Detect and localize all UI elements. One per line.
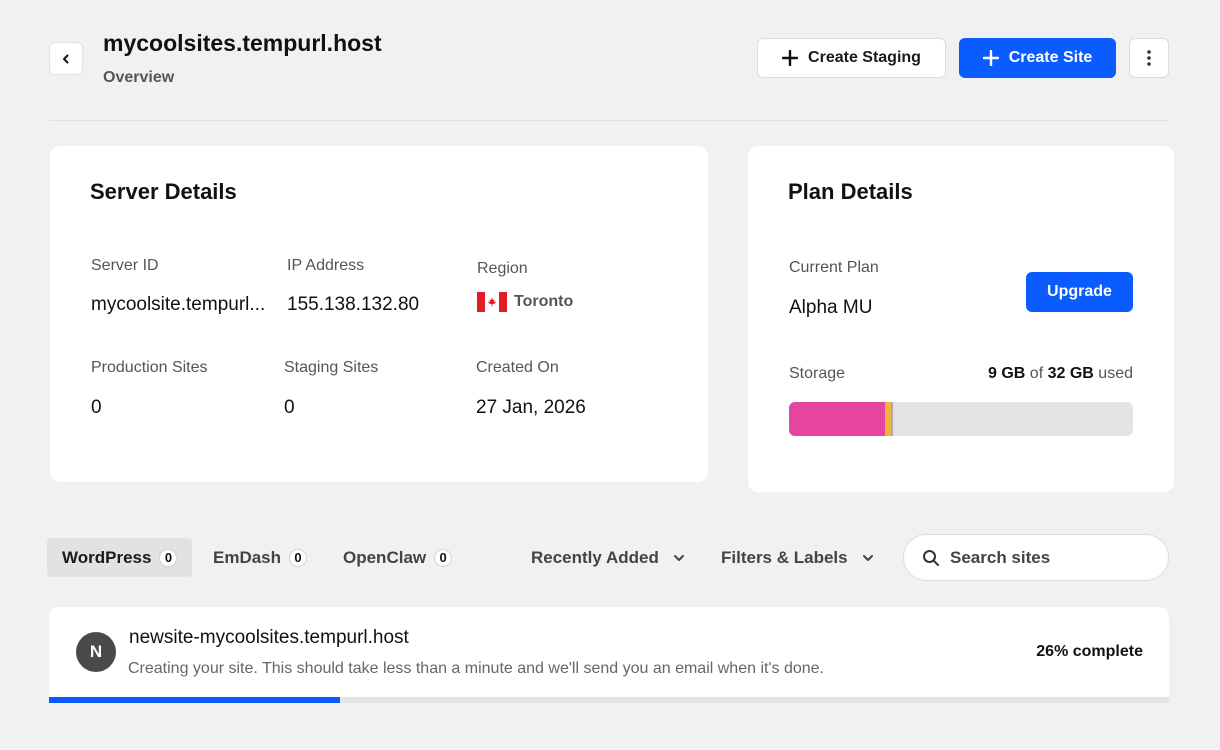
plan-details-title: Plan Details bbox=[788, 179, 913, 204]
storage-of: of bbox=[1029, 365, 1044, 382]
site-avatar: N bbox=[76, 632, 116, 672]
server-details-title: Server Details bbox=[90, 179, 237, 204]
chevron-down-icon bbox=[862, 554, 873, 561]
header-divider bbox=[49, 120, 1169, 121]
storage-usage: 9 GB of 32 GB used bbox=[988, 365, 1133, 383]
tab-label: OpenClaw bbox=[343, 547, 427, 567]
plan-details-card: Plan Details Current Plan Alpha MU Upgra… bbox=[748, 146, 1174, 492]
staging-sites-label: Staging Sites bbox=[284, 359, 379, 376]
tab-wordpress[interactable]: WordPress 0 bbox=[47, 538, 193, 577]
plus-icon bbox=[982, 50, 999, 66]
server-id-value: mycoolsite.tempurl... bbox=[91, 294, 266, 315]
tab-emdash[interactable]: EmDash 0 bbox=[198, 538, 322, 577]
site-status-message: Creating your site. This should take les… bbox=[128, 660, 824, 677]
tab-openclaw[interactable]: OpenClaw 0 bbox=[328, 538, 467, 577]
storage-bar bbox=[789, 402, 1133, 436]
created-on-value: 27 Jan, 2026 bbox=[476, 397, 586, 418]
storage-total: 32 GB bbox=[1047, 365, 1094, 382]
upgrade-button[interactable]: Upgrade bbox=[1026, 272, 1133, 312]
search-box[interactable] bbox=[903, 534, 1169, 581]
region-label: Region bbox=[477, 260, 528, 277]
ip-address-label: IP Address bbox=[287, 257, 365, 274]
filters-labels-dropdown[interactable]: Filters & Labels bbox=[721, 538, 874, 577]
site-progress-fill bbox=[49, 697, 341, 703]
site-name[interactable]: newsite-mycoolsites.tempurl.host bbox=[129, 627, 409, 649]
current-plan-label: Current Plan bbox=[789, 259, 879, 276]
ip-address-value: 155.138.132.80 bbox=[287, 294, 420, 315]
create-staging-button[interactable]: Create Staging bbox=[757, 38, 946, 78]
create-staging-label: Create Staging bbox=[808, 49, 921, 66]
create-site-label: Create Site bbox=[1008, 49, 1093, 66]
tab-count-badge: 0 bbox=[289, 548, 308, 567]
current-plan-value: Alpha MU bbox=[789, 297, 873, 318]
tab-label: EmDash bbox=[213, 547, 282, 567]
more-vertical-icon bbox=[1147, 50, 1151, 66]
storage-label: Storage bbox=[789, 365, 846, 382]
search-input[interactable] bbox=[950, 547, 1150, 568]
created-on-label: Created On bbox=[476, 359, 559, 376]
storage-bar-primary bbox=[789, 402, 886, 436]
canada-flag-icon bbox=[477, 292, 507, 312]
storage-suffix: used bbox=[1098, 365, 1133, 382]
site-progress-text: 26% complete bbox=[1036, 643, 1143, 660]
back-button[interactable] bbox=[49, 42, 83, 75]
storage-bar-tertiary bbox=[891, 402, 894, 436]
tab-count-badge: 0 bbox=[434, 548, 453, 567]
page-subtitle: Overview bbox=[103, 69, 175, 86]
server-details-card: Server Details Server ID mycoolsite.temp… bbox=[50, 146, 708, 482]
page-title: mycoolsites.tempurl.host bbox=[103, 30, 382, 56]
filters-label: Filters & Labels bbox=[721, 547, 848, 567]
chevron-left-icon bbox=[63, 54, 69, 63]
tab-label: WordPress bbox=[62, 547, 152, 567]
sort-label: Recently Added bbox=[531, 547, 659, 567]
region-name: Toronto bbox=[514, 293, 574, 310]
site-progress-bar bbox=[49, 697, 1169, 703]
sort-dropdown[interactable]: Recently Added bbox=[531, 538, 685, 577]
tab-count-badge: 0 bbox=[159, 548, 178, 567]
region-value: Toronto bbox=[477, 292, 573, 312]
plus-icon bbox=[782, 50, 799, 66]
search-icon bbox=[923, 549, 939, 566]
server-id-label: Server ID bbox=[91, 257, 159, 274]
storage-used: 9 GB bbox=[988, 365, 1026, 382]
chevron-down-icon bbox=[673, 554, 684, 561]
production-sites-value: 0 bbox=[91, 397, 102, 418]
more-options-button[interactable] bbox=[1129, 38, 1169, 78]
site-row[interactable]: N newsite-mycoolsites.tempurl.host Creat… bbox=[49, 607, 1169, 703]
staging-sites-value: 0 bbox=[284, 397, 295, 418]
create-site-button[interactable]: Create Site bbox=[959, 38, 1116, 78]
production-sites-label: Production Sites bbox=[91, 359, 208, 376]
